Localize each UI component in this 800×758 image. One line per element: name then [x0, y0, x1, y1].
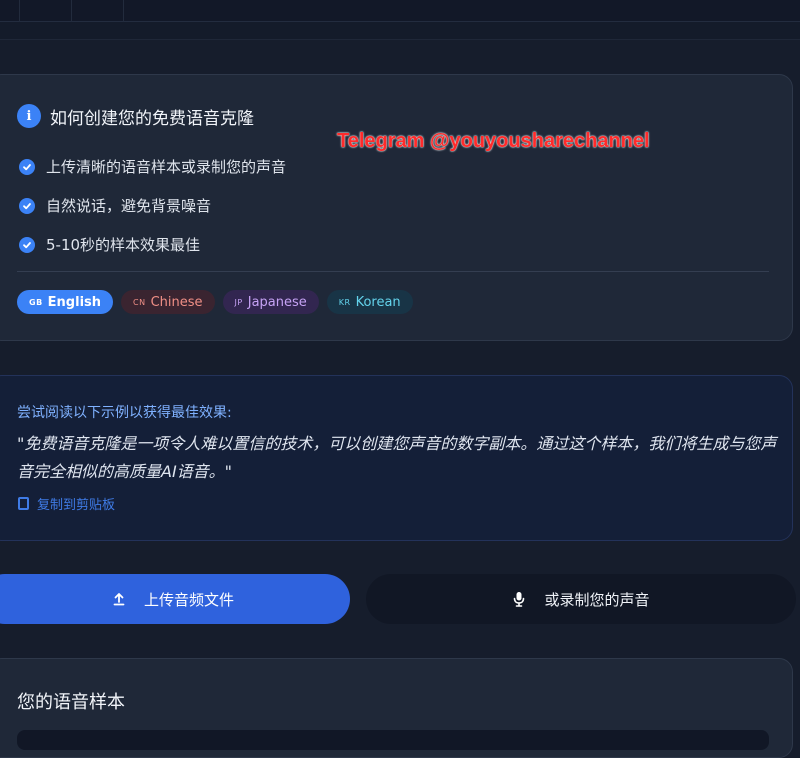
- voice-samples-area: [17, 730, 769, 750]
- divider: [17, 271, 769, 272]
- tip-text: 上传清晰的语音样本或录制您的声音: [46, 158, 287, 176]
- language-label: Chinese: [150, 294, 203, 310]
- language-label: English: [47, 294, 102, 310]
- flag-jp-icon: JP: [234, 297, 243, 307]
- clipboard-icon: [18, 497, 29, 510]
- sample-hint: 尝试阅读以下示例以获得最佳效果:: [17, 405, 232, 421]
- tip-item: 自然说话，避免背景噪音: [19, 186, 286, 225]
- language-tag-chinese[interactable]: CN Chinese: [121, 290, 215, 314]
- top-tab[interactable]: [20, 0, 72, 22]
- upload-icon: [112, 592, 126, 606]
- top-bar: [0, 0, 800, 22]
- language-tag-english[interactable]: GB English: [17, 290, 114, 314]
- tip-text: 5-10秒的样本效果最佳: [46, 236, 201, 254]
- top-tab[interactable]: [72, 0, 124, 22]
- watermark-text: Telegram @youyousharechannel: [337, 130, 650, 152]
- tip-text: 自然说话，避免背景噪音: [46, 197, 212, 215]
- check-circle-icon: [19, 236, 35, 253]
- check-circle-icon: [19, 197, 35, 214]
- sample-text: "免费语音克隆是一项令人难以置信的技术，可以创建您声音的数字副本。通过这个样本，…: [17, 434, 777, 481]
- flag-gb-icon: GB: [29, 297, 43, 307]
- copy-label: 复制到剪贴板: [37, 498, 116, 513]
- flag-kr-icon: KR: [338, 297, 351, 307]
- flag-cn-icon: CN: [133, 297, 146, 307]
- info-icon: i: [17, 104, 41, 128]
- top-tab[interactable]: [0, 0, 20, 22]
- record-voice-button[interactable]: 或录制您的声音: [366, 574, 796, 624]
- sub-bar: [0, 22, 800, 40]
- upload-label: 上传音频文件: [143, 590, 234, 609]
- language-label: Korean: [355, 294, 401, 310]
- copy-to-clipboard-button[interactable]: 复制到剪贴板: [18, 494, 115, 513]
- instructions-header: i 如何创建您的免费语音克隆: [17, 103, 254, 129]
- tips-list: 上传清晰的语音样本或录制您的声音 自然说话，避免背景噪音 5-10秒的样本效果最…: [19, 147, 286, 264]
- voice-samples-title: 您的语音样本: [17, 692, 125, 713]
- instructions-title: 如何创建您的免费语音克隆: [50, 108, 254, 129]
- record-label: 或录制您的声音: [544, 590, 650, 609]
- upload-audio-button[interactable]: 上传音频文件: [0, 574, 350, 624]
- language-tag-japanese[interactable]: JP Japanese: [222, 290, 319, 314]
- check-circle-icon: [19, 158, 35, 175]
- language-tags: GB English CN Chinese JP Japanese KR Kor…: [17, 290, 413, 314]
- tip-item: 上传清晰的语音样本或录制您的声音: [19, 147, 286, 186]
- tip-item: 5-10秒的样本效果最佳: [19, 225, 286, 264]
- microphone-icon: [512, 591, 526, 607]
- language-label: Japanese: [247, 294, 307, 310]
- language-tag-korean[interactable]: KR Korean: [326, 290, 413, 314]
